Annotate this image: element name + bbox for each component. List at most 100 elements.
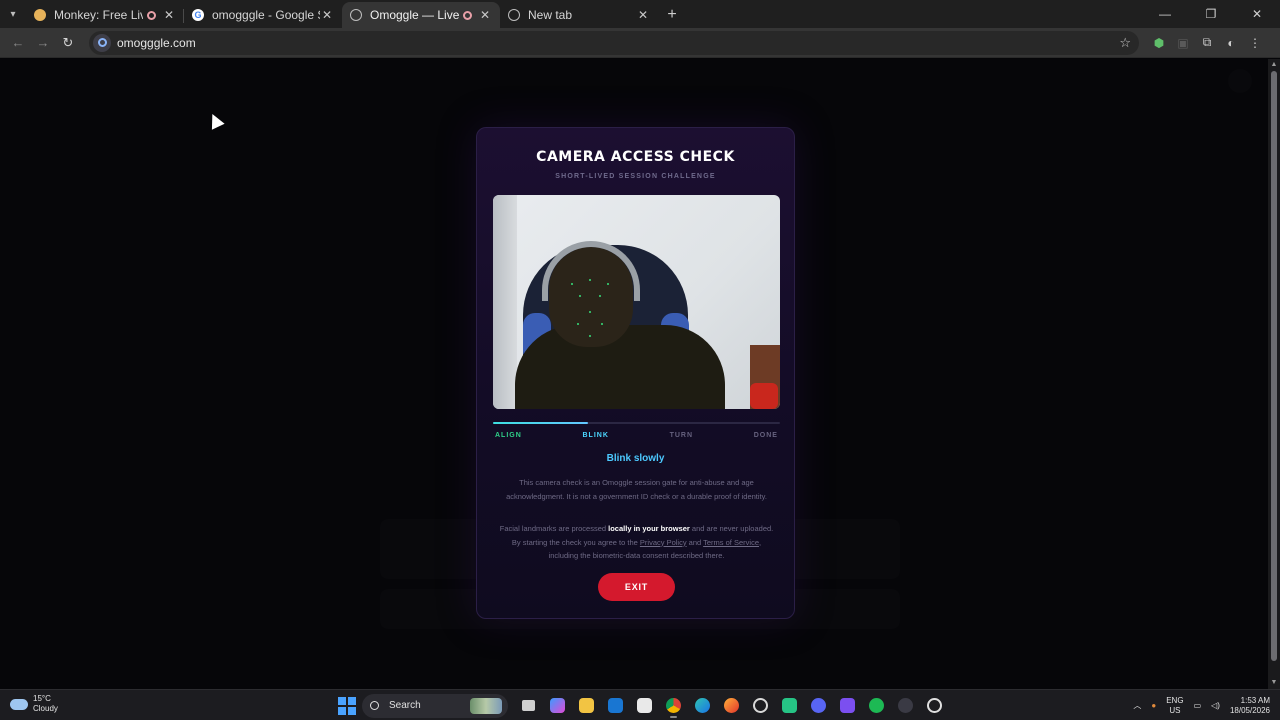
app-grid-icon[interactable] <box>833 693 862 718</box>
tab-title: Monkey: Free Live Video Ch <box>54 8 143 22</box>
microphone-icon[interactable]: ● <box>1151 701 1156 710</box>
system-tray: ︿ ● ENG US ▭ ◁) 1:53 AM 18/05/2026 <box>1128 693 1274 718</box>
network-icon[interactable]: ▭ <box>1194 701 1202 710</box>
face-landmark-dot <box>589 279 591 281</box>
scroll-down-icon[interactable]: ▼ <box>1270 679 1278 687</box>
back-arrow-icon[interactable]: ← <box>6 31 30 55</box>
session-gate-notice: This camera check is an Omoggle session … <box>506 478 767 501</box>
camera-check-modal: CAMERA ACCESS CHECK SHORT-LIVED SESSION … <box>476 127 795 619</box>
tab-strip: ▾ Monkey: Free Live Video Ch ✕ G omogggl… <box>0 0 1280 28</box>
url-text[interactable]: omogggle.com <box>117 36 196 50</box>
clock-time: 1:53 AM <box>1240 695 1270 705</box>
close-tab-icon[interactable]: ✕ <box>162 8 176 22</box>
openai-icon[interactable] <box>746 693 775 718</box>
close-window-icon[interactable]: ✕ <box>1234 0 1280 28</box>
chatgpt-icon[interactable] <box>920 693 949 718</box>
minimize-icon[interactable]: — <box>1142 0 1188 28</box>
tab-new-tab[interactable]: New tab ✕ <box>500 2 658 28</box>
step-turn: TURN <box>669 432 694 439</box>
taskbar-apps: Search <box>336 693 949 718</box>
edge-icon[interactable] <box>688 693 717 718</box>
restore-icon[interactable]: ❐ <box>1188 0 1234 28</box>
firefox-icon[interactable] <box>717 693 746 718</box>
task-view-icon[interactable] <box>514 693 543 718</box>
tab-monkey[interactable]: Monkey: Free Live Video Ch ✕ <box>26 2 184 28</box>
windows-start-icon[interactable] <box>338 696 356 715</box>
challenge-steps: ALIGN BLINK TURN DONE <box>495 432 778 439</box>
clock-date: 18/05/2026 <box>1229 705 1270 715</box>
close-tab-icon[interactable]: ✕ <box>478 8 492 22</box>
volume-icon[interactable]: ◁) <box>1211 701 1220 710</box>
terminal-app-icon[interactable] <box>775 693 804 718</box>
tab-omoggle[interactable]: Omoggle — Live 1v1 Mog ✕ <box>342 2 500 28</box>
video-4k-icon[interactable] <box>891 693 920 718</box>
globe-icon <box>350 9 362 21</box>
language-code: ENG <box>1166 695 1184 705</box>
window-controls: — ❐ ✕ <box>1142 0 1280 28</box>
privacy-notice-emphasis: locally in your browser <box>608 524 690 533</box>
globe-icon <box>508 9 520 21</box>
monkey-icon <box>34 9 46 21</box>
face-landmark-dot <box>571 283 573 285</box>
scroll-up-icon[interactable]: ▲ <box>1270 61 1278 69</box>
shield-extension-icon[interactable]: ⬢ <box>1147 31 1171 55</box>
close-tab-icon[interactable]: ✕ <box>320 8 334 22</box>
site-info-icon[interactable] <box>93 33 111 52</box>
system-clock[interactable]: 1:53 AM 18/05/2026 <box>1230 696 1270 716</box>
page-scrollbar[interactable]: ▲ ▼ <box>1268 59 1280 689</box>
weather-temperature: 15°C <box>33 694 51 703</box>
face-landmark-dot <box>577 323 579 325</box>
outlook-icon[interactable] <box>601 693 630 718</box>
weather-description: Cloudy <box>33 704 58 713</box>
new-tab-plus-icon[interactable]: + <box>658 2 686 28</box>
copilot-icon[interactable] <box>543 693 572 718</box>
step-align: ALIGN <box>495 432 522 439</box>
face-landmark-dot <box>589 311 591 313</box>
current-instruction: Blink slowly <box>606 453 665 464</box>
bookmark-star-icon[interactable]: ☆ <box>1119 35 1131 51</box>
file-explorer-icon[interactable] <box>572 693 601 718</box>
privacy-notice: Facial landmarks are processed locally i… <box>497 522 776 563</box>
search-icon <box>370 701 379 710</box>
region-code: US <box>1169 705 1181 715</box>
reload-icon[interactable]: ↻ <box>56 31 80 55</box>
step-blink: BLINK <box>582 432 609 439</box>
store-icon[interactable] <box>630 693 659 718</box>
step-done: DONE <box>753 432 778 439</box>
spotify-icon[interactable] <box>862 693 891 718</box>
terms-of-service-link[interactable]: Terms of Service <box>703 538 759 547</box>
modal-title: CAMERA ACCESS CHECK <box>536 149 735 165</box>
address-bar[interactable]: omogggle.com ☆ <box>89 30 1139 55</box>
extensions-puzzle-icon[interactable]: ⧉ <box>1195 31 1219 55</box>
challenge-progress-bar <box>493 422 780 424</box>
tab-search-chevron-icon[interactable]: ▾ <box>0 0 26 28</box>
tray-chevron-up-icon[interactable]: ︿ <box>1133 700 1141 711</box>
cloud-icon <box>10 698 28 710</box>
tab-title: omogggle - Google Search <box>212 8 320 22</box>
camera-scene-object <box>750 383 778 409</box>
face-landmark-dot <box>589 335 591 337</box>
face-landmark-dot <box>601 323 603 325</box>
forward-arrow-icon[interactable]: → <box>31 31 55 55</box>
tab-title: New tab <box>528 8 573 22</box>
privacy-notice-text: and <box>686 537 704 547</box>
tab-google-search[interactable]: G omogggle - Google Search ✕ <box>184 2 342 28</box>
exit-button[interactable]: EXIT <box>598 573 675 601</box>
taskbar-search-box[interactable]: Search <box>362 693 508 718</box>
face-landmark-dot <box>579 295 581 297</box>
modal-subtitle: SHORT-LIVED SESSION CHALLENGE <box>555 173 716 180</box>
extension-icons: ⬢ ▣ ⧉ ◐ ⋮ <box>1147 31 1267 55</box>
challenge-progress-fill <box>493 422 588 424</box>
discord-icon[interactable] <box>804 693 833 718</box>
extension-dim-icon[interactable]: ▣ <box>1171 31 1195 55</box>
language-indicator[interactable]: ENG US <box>1166 696 1183 716</box>
close-tab-icon[interactable]: ✕ <box>636 8 650 22</box>
menu-kebab-icon[interactable]: ⋮ <box>1243 31 1267 55</box>
recording-icon <box>147 10 156 20</box>
weather-widget[interactable]: 15°C Cloudy <box>10 694 58 714</box>
profile-avatar-icon[interactable]: ◐ <box>1219 31 1243 55</box>
privacy-policy-link[interactable]: Privacy Policy <box>640 538 687 547</box>
face-landmark-dot <box>607 283 609 285</box>
scroll-thumb[interactable] <box>1271 71 1277 661</box>
chrome-icon[interactable] <box>659 693 688 718</box>
